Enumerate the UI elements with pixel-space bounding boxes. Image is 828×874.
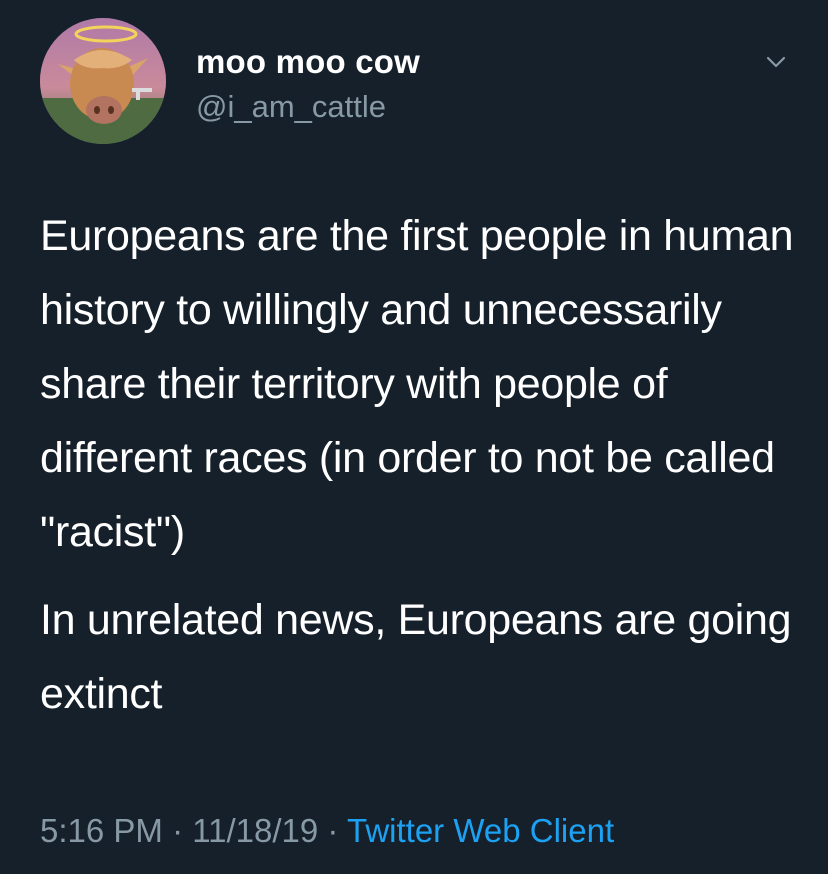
cow-avatar-image	[40, 18, 166, 144]
tweet-text: Europeans are the first people in human …	[40, 199, 810, 745]
tweet-time[interactable]: 5:16 PM	[40, 812, 163, 849]
display-name[interactable]: moo moo cow	[196, 43, 420, 81]
chevron-down-icon-glyph	[766, 56, 786, 68]
tweet-paragraph: In unrelated news, Europeans are going e…	[40, 596, 792, 718]
tweet-paragraph: Europeans are the first people in human …	[40, 212, 794, 556]
tweet-date[interactable]: 11/18/19	[192, 812, 318, 849]
tweet-metadata: 5:16 PM · 11/18/19 · Twitter Web Client	[40, 812, 614, 850]
chevron-down-icon[interactable]	[760, 50, 792, 74]
user-handle[interactable]: @i_am_cattle	[196, 89, 386, 125]
tweet-card: moo moo cow @i_am_cattle Europeans are t…	[0, 0, 828, 874]
meta-separator: ·	[318, 812, 347, 849]
avatar[interactable]	[40, 18, 166, 144]
tweet-source-link[interactable]: Twitter Web Client	[347, 812, 614, 849]
meta-separator: ·	[162, 812, 193, 849]
